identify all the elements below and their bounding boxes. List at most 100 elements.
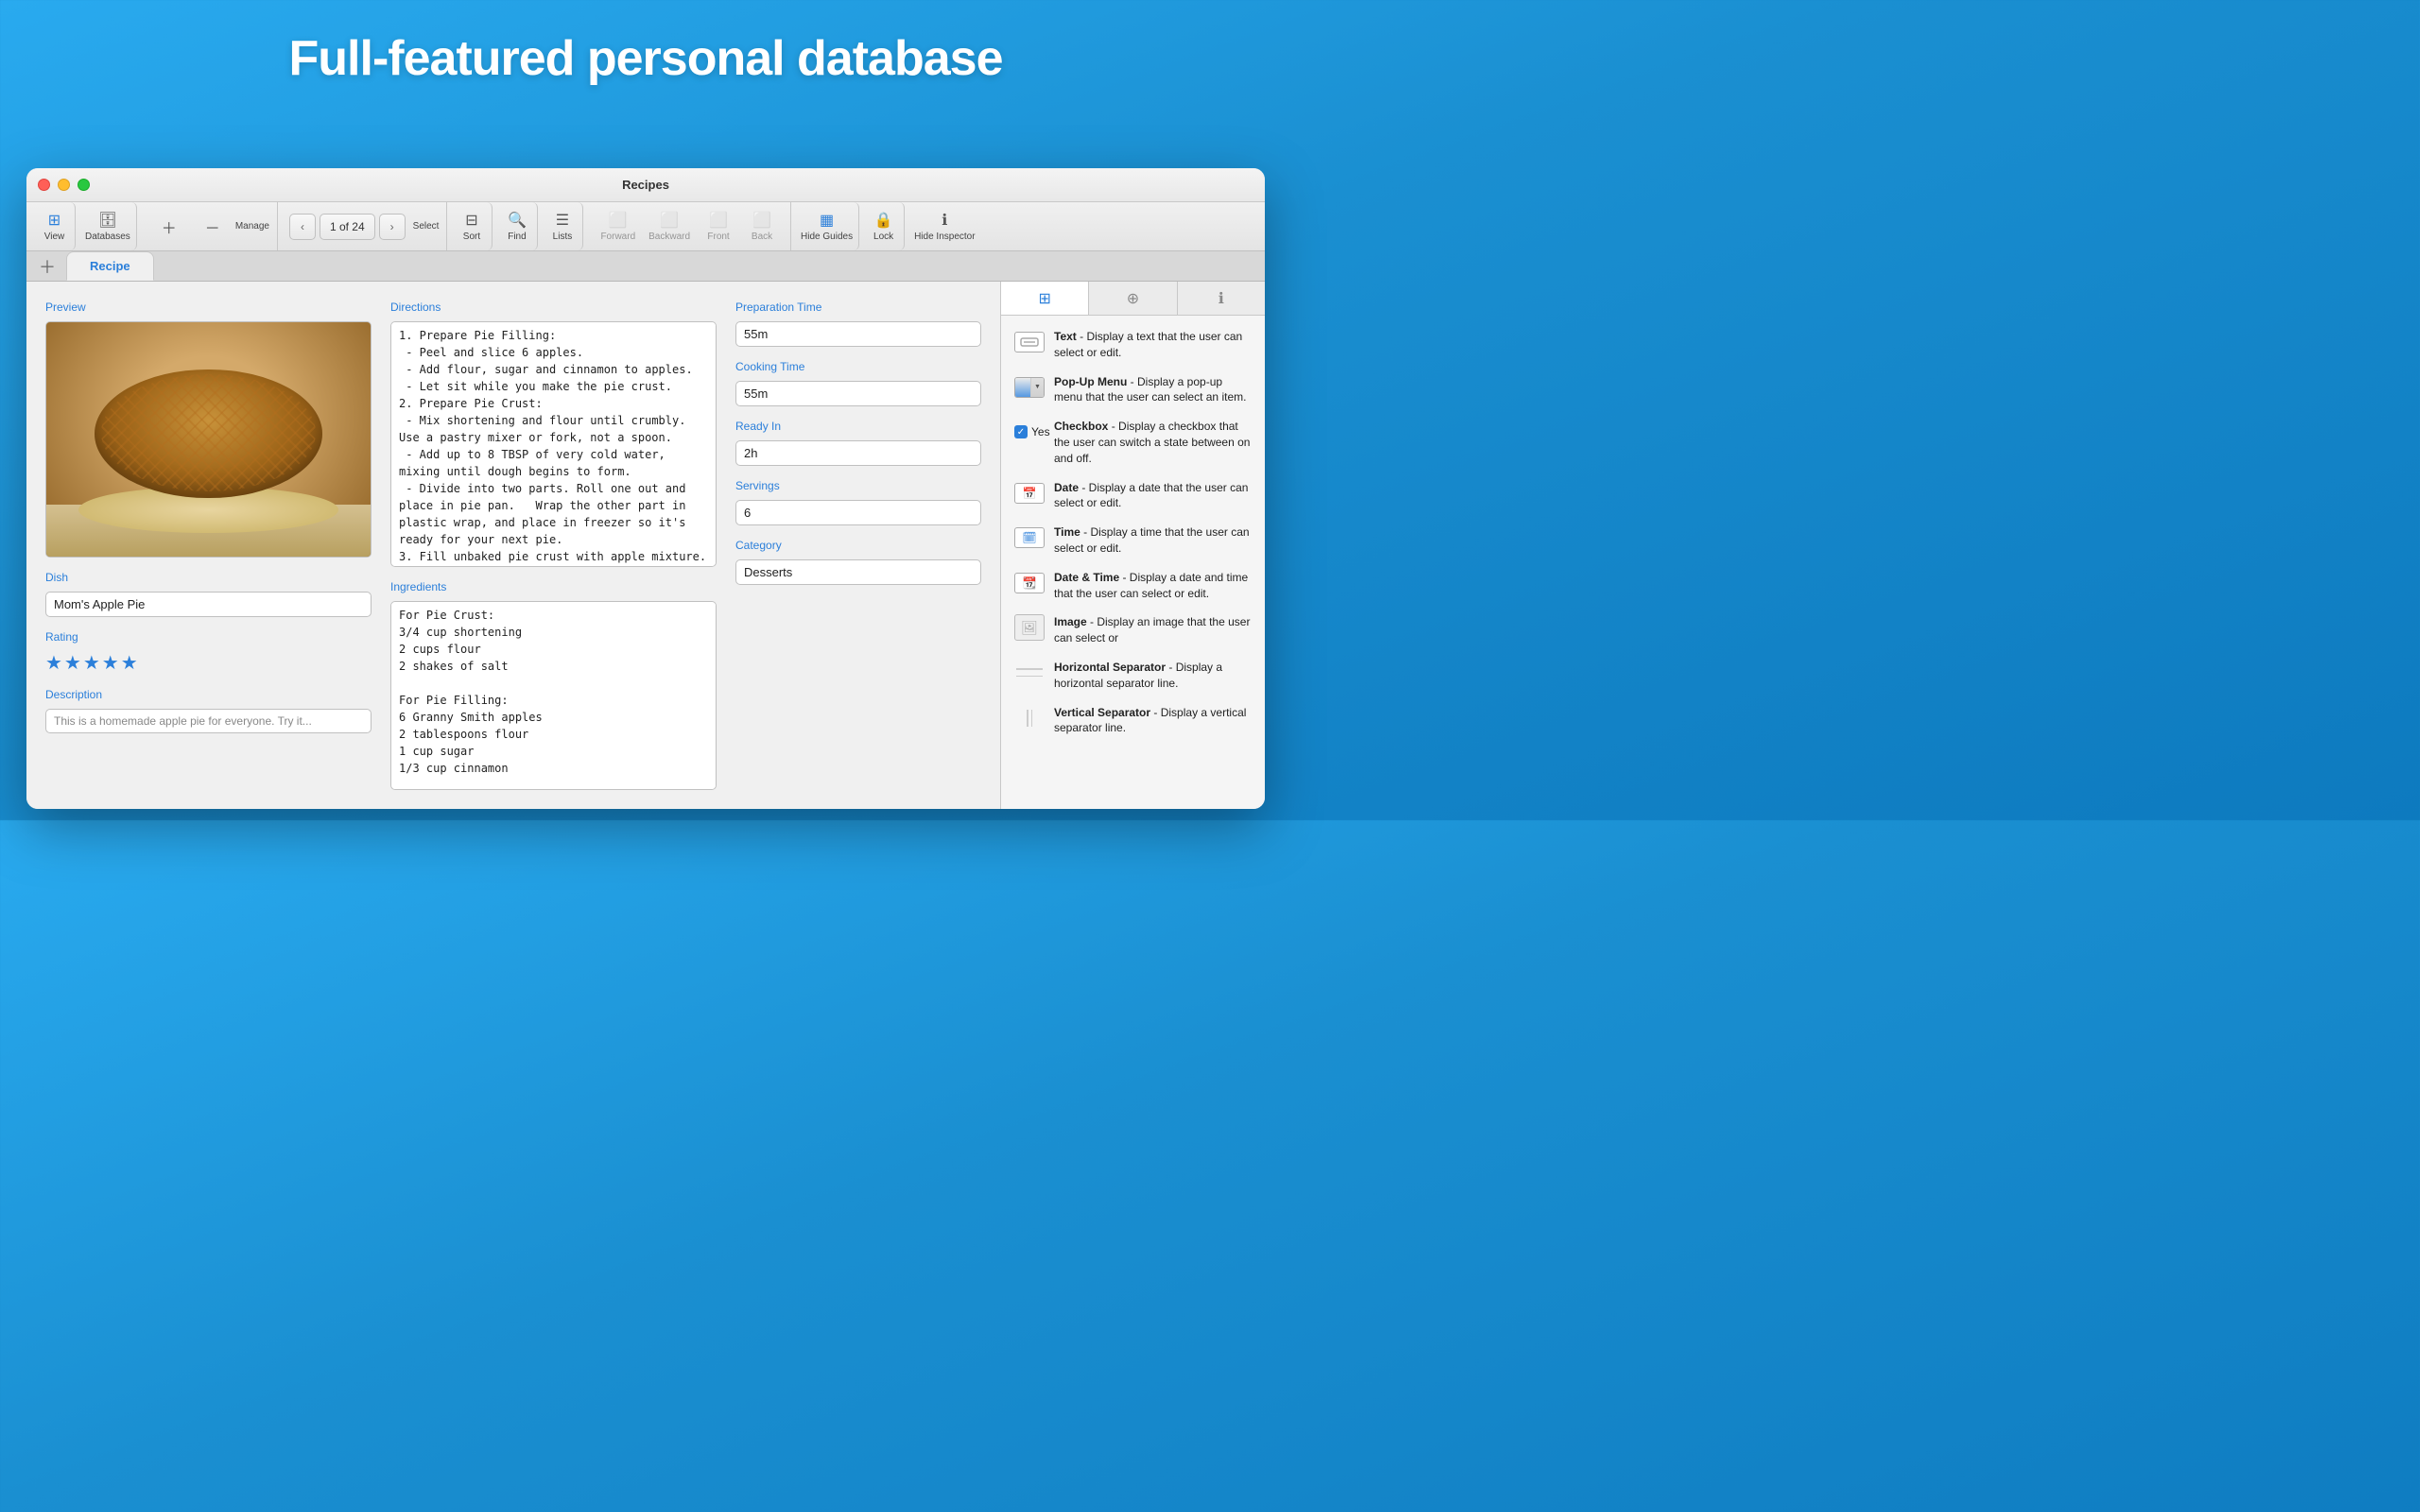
databases-icon: 🗄: [98, 211, 117, 230]
directions-label: Directions: [390, 301, 717, 314]
sort-button[interactable]: ⊟ Sort: [451, 202, 493, 250]
inspector-item-hsep[interactable]: Horizontal Separator - Display a horizon…: [1009, 656, 1257, 696]
databases-button[interactable]: 🗄 Databases: [79, 202, 137, 250]
inspector-item-vsep[interactable]: Vertical Separator - Display a vertical …: [1009, 701, 1257, 741]
hide-guides-label: Hide Guides: [801, 232, 853, 242]
description-input[interactable]: [45, 709, 372, 733]
vsep-field-description: Vertical Separator - Display a vertical …: [1054, 705, 1253, 737]
lists-button[interactable]: ☰ Lists: [542, 202, 583, 250]
main-area: Preview Dish: [26, 282, 1265, 809]
inspector-item-image[interactable]: 🖼 Image - Display an image that the user…: [1009, 610, 1257, 650]
forward-label: Forward: [600, 232, 635, 242]
remove-record-button[interactable]: －: [192, 212, 233, 242]
category-section: Category Desserts Appetizers Main Course…: [735, 539, 981, 585]
ingredients-textarea[interactable]: For Pie Crust: 3/4 cup shortening 2 cups…: [390, 601, 717, 790]
add-record-button[interactable]: ＋: [148, 212, 190, 242]
dish-label: Dish: [45, 571, 372, 584]
back-button[interactable]: ⬜ Back: [741, 207, 783, 246]
time-field-icon: 🗓: [1012, 524, 1046, 551]
nav-group: ‹ 1 of 24 › Select: [282, 202, 448, 250]
servings-section: Servings 6 4 8 12: [735, 479, 981, 525]
view-icon: ⊞: [48, 211, 60, 230]
image-field-description: Image - Display an image that the user c…: [1054, 614, 1253, 646]
back-icon: ⬜: [752, 211, 771, 230]
front-label: Front: [707, 232, 729, 242]
ingredients-section: Ingredients For Pie Crust: 3/4 cup short…: [390, 580, 717, 790]
inspector-item-date[interactable]: 📅 Date - Display a date that the user ca…: [1009, 476, 1257, 516]
toolbar: ⊞ View 🗄 Databases ＋ － Manage ‹ 1 of 24 …: [26, 202, 1265, 251]
find-icon: 🔍: [508, 211, 527, 230]
backward-button[interactable]: ⬜ Backward: [643, 207, 696, 246]
hide-guides-icon: ▦: [820, 211, 834, 230]
hide-inspector-icon: ℹ: [942, 211, 947, 230]
text-field-icon: [1012, 329, 1046, 355]
hide-guides-button[interactable]: ▦ Hide Guides: [795, 202, 859, 250]
add-tab-button[interactable]: ＋: [34, 251, 60, 281]
ready-in-input[interactable]: [735, 440, 981, 466]
back-label: Back: [752, 232, 772, 242]
view-button[interactable]: ⊞ View: [34, 202, 76, 250]
cooking-time-section: Cooking Time: [735, 360, 981, 406]
nav-prev-button[interactable]: ‹: [289, 214, 316, 240]
directions-section: Directions 1. Prepare Pie Filling: - Pee…: [390, 301, 717, 567]
cooking-time-input[interactable]: [735, 381, 981, 406]
traffic-light-minimize[interactable]: [58, 179, 70, 191]
description-label: Description: [45, 688, 372, 701]
dish-input[interactable]: [45, 592, 372, 617]
rating-section: Rating ★★★★★: [45, 630, 372, 675]
tab-recipe[interactable]: Recipe: [66, 251, 154, 281]
popup-field-description: Pop-Up Menu - Display a pop-up menu that…: [1054, 374, 1253, 406]
lock-button[interactable]: 🔒 Lock: [863, 202, 905, 250]
rating-stars[interactable]: ★★★★★: [45, 651, 372, 675]
inspector-tab-settings[interactable]: ℹ: [1178, 282, 1265, 315]
inspector-tab-fields[interactable]: ⊞: [1001, 282, 1089, 315]
traffic-light-close[interactable]: [38, 179, 50, 191]
tabbar: ＋ Recipe: [26, 251, 1265, 282]
front-icon: ⬜: [709, 211, 728, 230]
rating-label: Rating: [45, 630, 372, 644]
forward-button[interactable]: ⬜ Forward: [595, 207, 641, 246]
cooking-time-label: Cooking Time: [735, 360, 981, 373]
time-field-description: Time - Display a time that the user can …: [1054, 524, 1253, 557]
front-button[interactable]: ⬜ Front: [698, 207, 739, 246]
inspector-tab-layout[interactable]: ⊕: [1089, 282, 1177, 315]
prep-time-input[interactable]: [735, 321, 981, 347]
inspector-item-popup[interactable]: ▼ Pop-Up Menu - Display a pop-up menu th…: [1009, 370, 1257, 410]
checkbox-field-description: Checkbox - Display a checkbox that the u…: [1054, 419, 1253, 466]
directions-textarea[interactable]: 1. Prepare Pie Filling: - Peel and slice…: [390, 321, 717, 567]
lists-icon: ☰: [556, 211, 569, 230]
dish-section: Dish: [45, 571, 372, 617]
traffic-light-fullscreen[interactable]: [78, 179, 90, 191]
nav-next-button[interactable]: ›: [379, 214, 406, 240]
date-field-description: Date - Display a date that the user can …: [1054, 480, 1253, 512]
select-label: Select: [413, 221, 440, 232]
forward-icon: ⬜: [609, 211, 628, 230]
ready-in-label: Ready In: [735, 420, 981, 433]
prep-time-label: Preparation Time: [735, 301, 981, 314]
inspector-item-text[interactable]: Text - Display a text that the user can …: [1009, 325, 1257, 365]
datetime-field-description: Date & Time - Display a date and time th…: [1054, 570, 1253, 602]
find-button[interactable]: 🔍 Find: [496, 202, 538, 250]
category-select[interactable]: Desserts Appetizers Main Course Salads: [735, 559, 981, 585]
inspector-item-checkbox[interactable]: ✓ Yes Checkbox - Display a checkbox that…: [1009, 415, 1257, 470]
titlebar: Recipes: [26, 168, 1265, 202]
text-field-description: Text - Display a text that the user can …: [1054, 329, 1253, 361]
popup-field-icon: ▼: [1012, 374, 1046, 401]
add-icon: ＋: [162, 215, 177, 238]
content-panel: Preview Dish: [26, 282, 1000, 809]
backward-label: Backward: [648, 232, 690, 242]
inspector-toolbar: ⊞ ⊕ ℹ: [1001, 282, 1265, 316]
servings-select[interactable]: 6 4 8 12: [735, 500, 981, 525]
inspector-item-datetime[interactable]: 📆 Date & Time - Display a date and time …: [1009, 566, 1257, 606]
servings-label: Servings: [735, 479, 981, 492]
image-field-icon: 🖼: [1012, 614, 1046, 641]
preview-image[interactable]: [45, 321, 372, 558]
hide-inspector-button[interactable]: ℹ Hide Inspector: [908, 202, 980, 250]
lock-label: Lock: [873, 232, 893, 242]
find-label: Find: [508, 232, 526, 242]
inspector-item-time[interactable]: 🗓 Time - Display a time that the user ca…: [1009, 521, 1257, 560]
sort-label: Sort: [463, 232, 480, 242]
inspector-items-list: Text - Display a text that the user can …: [1001, 316, 1265, 749]
ingredients-label: Ingredients: [390, 580, 717, 593]
hsep-field-description: Horizontal Separator - Display a horizon…: [1054, 660, 1253, 692]
